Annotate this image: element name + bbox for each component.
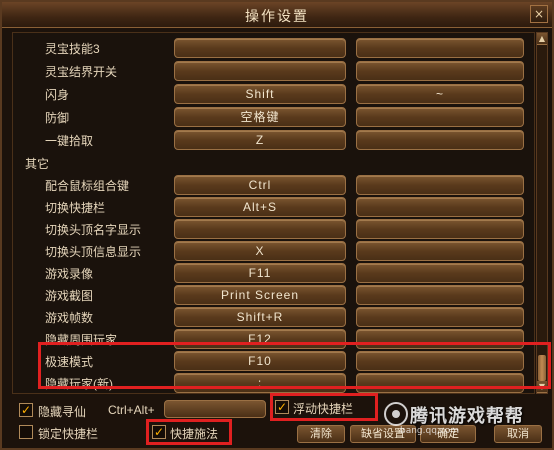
lock-shortcut-label: 锁定快捷栏 — [38, 427, 99, 441]
secondary-key-button[interactable]: ~ — [356, 84, 524, 104]
keybinding-row: 配合鼠标组合键 Ctrl — [13, 174, 534, 196]
combo-prefix-label: Ctrl+Alt+ — [108, 403, 155, 417]
primary-key-button[interactable]: Ctrl — [174, 175, 346, 195]
title-bar[interactable]: 操作设置 × — [2, 2, 552, 28]
secondary-key-button[interactable] — [356, 197, 524, 217]
settings-window: 操作设置 × 灵宝技能3 灵宝结界开关 闪身 Shift ~ 防御 空格键 一键… — [0, 0, 554, 450]
keybinding-row: 切换快捷栏 Alt+S — [13, 196, 534, 218]
keybinding-label: 闪身 — [45, 88, 70, 102]
primary-key-button[interactable]: Alt+S — [174, 197, 346, 217]
primary-key-button[interactable]: ; — [174, 373, 346, 393]
keybinding-label: 灵宝技能3 — [45, 42, 100, 56]
keybinding-row: 灵宝结界开关 — [13, 60, 534, 82]
section-title: 其它 — [25, 157, 50, 171]
keybinding-row: 游戏截图 Print Screen — [13, 284, 534, 306]
primary-key-button[interactable] — [174, 61, 346, 81]
primary-key-button[interactable]: F11 — [174, 263, 346, 283]
close-icon[interactable]: × — [530, 5, 548, 23]
keybinding-label: 切换快捷栏 — [45, 201, 106, 215]
secondary-key-button[interactable] — [356, 329, 524, 349]
keybinding-label: 隐藏周围玩家 — [45, 333, 118, 347]
secondary-key-button[interactable] — [356, 61, 524, 81]
keybinding-row: 极速模式 F10 — [13, 350, 534, 372]
clear-button[interactable]: 清除 — [297, 425, 345, 443]
secondary-key-button[interactable] — [356, 307, 524, 327]
keybinding-label: 灵宝结界开关 — [45, 65, 118, 79]
secondary-key-button[interactable] — [356, 285, 524, 305]
hide-immortal-label: 隐藏寻仙 — [38, 405, 87, 419]
keybinding-label: 防御 — [45, 111, 70, 125]
secondary-key-button[interactable] — [356, 373, 524, 393]
confirm-button[interactable]: 确定 — [420, 425, 476, 443]
primary-key-button[interactable] — [174, 219, 346, 239]
window-title: 操作设置 — [245, 9, 309, 25]
floating-shortcut-label: 浮动快捷栏 — [293, 402, 354, 416]
lock-shortcut-checkbox[interactable] — [19, 425, 33, 439]
secondary-key-button[interactable] — [356, 263, 524, 283]
secondary-key-button[interactable] — [356, 241, 524, 261]
quick-cast-checkbox[interactable]: ✓ — [152, 425, 166, 439]
cancel-button[interactable]: 取消 — [494, 425, 542, 443]
list-scrollbar[interactable]: ▲ ▼ — [536, 32, 548, 394]
keybinding-label: 一键拾取 — [45, 134, 94, 148]
keybinding-label: 游戏截图 — [45, 289, 94, 303]
primary-key-button[interactable] — [174, 38, 346, 58]
combo-key-button[interactable] — [164, 400, 266, 418]
keybinding-row: 切换头顶信息显示 X — [13, 240, 534, 262]
scroll-up-icon[interactable]: ▲ — [537, 33, 547, 45]
secondary-key-button[interactable] — [356, 107, 524, 127]
secondary-key-button[interactable] — [356, 351, 524, 371]
keybinding-list: 灵宝技能3 灵宝结界开关 闪身 Shift ~ 防御 空格键 一键拾取 Z 其它… — [12, 32, 535, 394]
keybinding-label: 游戏帧数 — [45, 311, 94, 325]
keybinding-label: 切换头顶信息显示 — [45, 245, 142, 259]
keybinding-label: 配合鼠标组合键 — [45, 179, 130, 193]
keybinding-row: 闪身 Shift ~ — [13, 83, 534, 105]
secondary-key-button[interactable] — [356, 38, 524, 58]
default-settings-button[interactable]: 缺省设置 — [350, 425, 416, 443]
keybinding-row: 游戏帧数 Shift+R — [13, 306, 534, 328]
primary-key-button[interactable]: X — [174, 241, 346, 261]
keybinding-label: 切换头顶名字显示 — [45, 223, 142, 237]
hide-immortal-checkbox[interactable]: ✓ — [19, 403, 33, 417]
scroll-thumb[interactable] — [538, 355, 546, 381]
keybinding-row: 防御 空格键 — [13, 106, 534, 128]
secondary-key-button[interactable] — [356, 175, 524, 195]
section-header: 其它 — [13, 152, 534, 174]
keybinding-label: 隐藏玩家(新) — [45, 377, 113, 391]
secondary-key-button[interactable] — [356, 219, 524, 239]
primary-key-button[interactable]: F12 — [174, 329, 346, 349]
primary-key-button[interactable]: Print Screen — [174, 285, 346, 305]
floating-shortcut-checkbox[interactable]: ✓ — [275, 400, 289, 414]
primary-key-button[interactable]: F10 — [174, 351, 346, 371]
keybinding-label: 游戏录像 — [45, 267, 94, 281]
watermark-icon — [384, 402, 408, 426]
keybinding-label: 极速模式 — [45, 355, 94, 369]
primary-key-button[interactable]: Z — [174, 130, 346, 150]
primary-key-button[interactable]: Shift — [174, 84, 346, 104]
keybinding-row: 切换头顶名字显示 — [13, 218, 534, 240]
scroll-down-icon[interactable]: ▼ — [537, 381, 547, 393]
keybinding-row: 游戏录像 F11 — [13, 262, 534, 284]
keybinding-row: 一键拾取 Z — [13, 129, 534, 151]
keybinding-row: 灵宝技能3 — [13, 37, 534, 59]
primary-key-button[interactable]: Shift+R — [174, 307, 346, 327]
primary-key-button[interactable]: 空格键 — [174, 107, 346, 127]
quick-cast-label: 快捷施法 — [170, 427, 219, 441]
keybinding-row: 隐藏玩家(新) ; — [13, 372, 534, 393]
secondary-key-button[interactable] — [356, 130, 524, 150]
keybinding-row: 隐藏周围玩家 F12 — [13, 328, 534, 350]
